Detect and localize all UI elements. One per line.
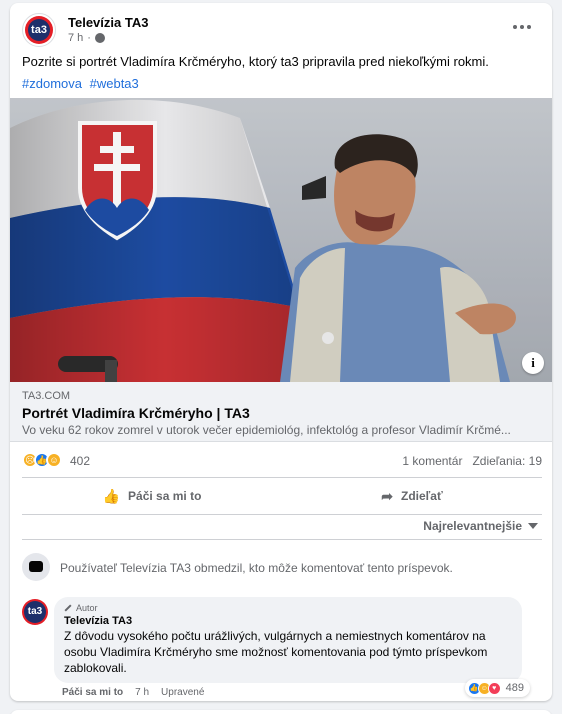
reaction-icons[interactable]: ☹ 👍 ☺ bbox=[22, 452, 62, 468]
love-reaction-icon: ♥ bbox=[487, 681, 501, 695]
hashtags: #zdomova #webta3 bbox=[22, 75, 143, 93]
comment-reactions-count: 489 bbox=[505, 682, 524, 694]
reactions-count[interactable]: 402 bbox=[70, 454, 90, 468]
share-button[interactable]: ➦ Zdieľať bbox=[282, 480, 542, 512]
comment-reactions[interactable]: 👍 ☺ ♥ 489 bbox=[464, 679, 530, 697]
post-card: ta3 Televízia TA3 7 h · Pozrite si portr… bbox=[10, 3, 552, 701]
info-icon[interactable]: i bbox=[522, 352, 544, 374]
portrait-photo bbox=[10, 98, 552, 382]
divider bbox=[22, 539, 542, 540]
pencil-icon bbox=[64, 604, 72, 612]
meta-separator: · bbox=[87, 32, 91, 44]
page-name[interactable]: Televízia TA3 bbox=[68, 15, 148, 30]
comment-avatar-text: ta3 bbox=[24, 601, 46, 623]
comment-text: Z dôvodu vysokého počtu urážlivých, vulg… bbox=[64, 629, 488, 675]
link-preview[interactable]: TA3.COM Portrét Vladimíra Krčméryho | TA… bbox=[10, 382, 552, 442]
next-post-card bbox=[10, 710, 552, 714]
divider bbox=[22, 514, 542, 515]
restriction-text: Používateľ Televízia TA3 obmedzil, kto m… bbox=[60, 561, 453, 575]
comment-edited: Upravené bbox=[161, 687, 205, 698]
ta3-logo: ta3 bbox=[25, 16, 53, 44]
globe-icon bbox=[94, 33, 105, 43]
thumbs-up-icon: 👍 bbox=[102, 487, 121, 504]
comments-count[interactable]: 1 komentár bbox=[402, 454, 462, 468]
comment-bubble-icon bbox=[22, 553, 50, 581]
page-avatar[interactable]: ta3 bbox=[22, 13, 56, 47]
hashtag-webta3[interactable]: #webta3 bbox=[90, 76, 139, 91]
like-button-label: Páči sa mi to bbox=[128, 489, 202, 503]
sort-label: Najrelevantnejšie bbox=[423, 519, 522, 533]
post-time[interactable]: 7 h bbox=[68, 32, 83, 44]
comments-shares: 1 komentár Zdieľania: 19 bbox=[402, 454, 542, 468]
comment-footer: Páči sa mi to 7 h Upravené bbox=[62, 687, 204, 698]
share-arrow-icon: ➦ bbox=[381, 487, 393, 504]
comment-avatar[interactable]: ta3 bbox=[22, 599, 48, 625]
hashtag-zdomova[interactable]: #zdomova bbox=[22, 76, 82, 91]
link-description: Vo veku 62 rokov zomrel v utorok večer e… bbox=[22, 423, 511, 437]
link-preview-image[interactable]: i bbox=[10, 98, 552, 382]
comment-restriction-notice: Používateľ Televízia TA3 obmedzil, kto m… bbox=[22, 553, 542, 581]
link-title[interactable]: Portrét Vladimíra Krčméryho | TA3 bbox=[22, 405, 250, 421]
haha-reaction-icon: ☺ bbox=[46, 452, 62, 468]
caret-down-icon bbox=[528, 523, 538, 529]
post-text: Pozrite si portrét Vladimíra Krčméryho, … bbox=[22, 54, 489, 69]
ta3-logo-text: ta3 bbox=[28, 19, 50, 41]
shares-count[interactable]: Zdieľania: 19 bbox=[472, 454, 542, 468]
comment-bubble: Autor Televízia TA3 Z dôvodu vysokého po… bbox=[54, 597, 522, 683]
comment-time[interactable]: 7 h bbox=[135, 687, 149, 698]
divider bbox=[22, 477, 542, 478]
post-actions: 👍 Páči sa mi to ➦ Zdieľať bbox=[22, 480, 542, 512]
post-header: ta3 Televízia TA3 7 h · bbox=[22, 13, 542, 47]
post-stats: ☹ 👍 ☺ 402 1 komentár Zdieľania: 19 bbox=[22, 451, 542, 471]
share-button-label: Zdieľať bbox=[401, 489, 443, 503]
comment-sort-dropdown[interactable]: Najrelevantnejšie bbox=[423, 519, 538, 533]
post-meta: 7 h · bbox=[68, 32, 105, 44]
link-domain: TA3.COM bbox=[22, 390, 71, 402]
more-options-icon[interactable] bbox=[508, 17, 536, 37]
comment-author[interactable]: Televízia TA3 bbox=[64, 615, 512, 627]
comment-like-button[interactable]: Páči sa mi to bbox=[62, 687, 123, 698]
author-badge-label: Autor bbox=[76, 603, 98, 613]
author-badge: Autor bbox=[64, 603, 512, 613]
like-button[interactable]: 👍 Páči sa mi to bbox=[22, 480, 282, 512]
